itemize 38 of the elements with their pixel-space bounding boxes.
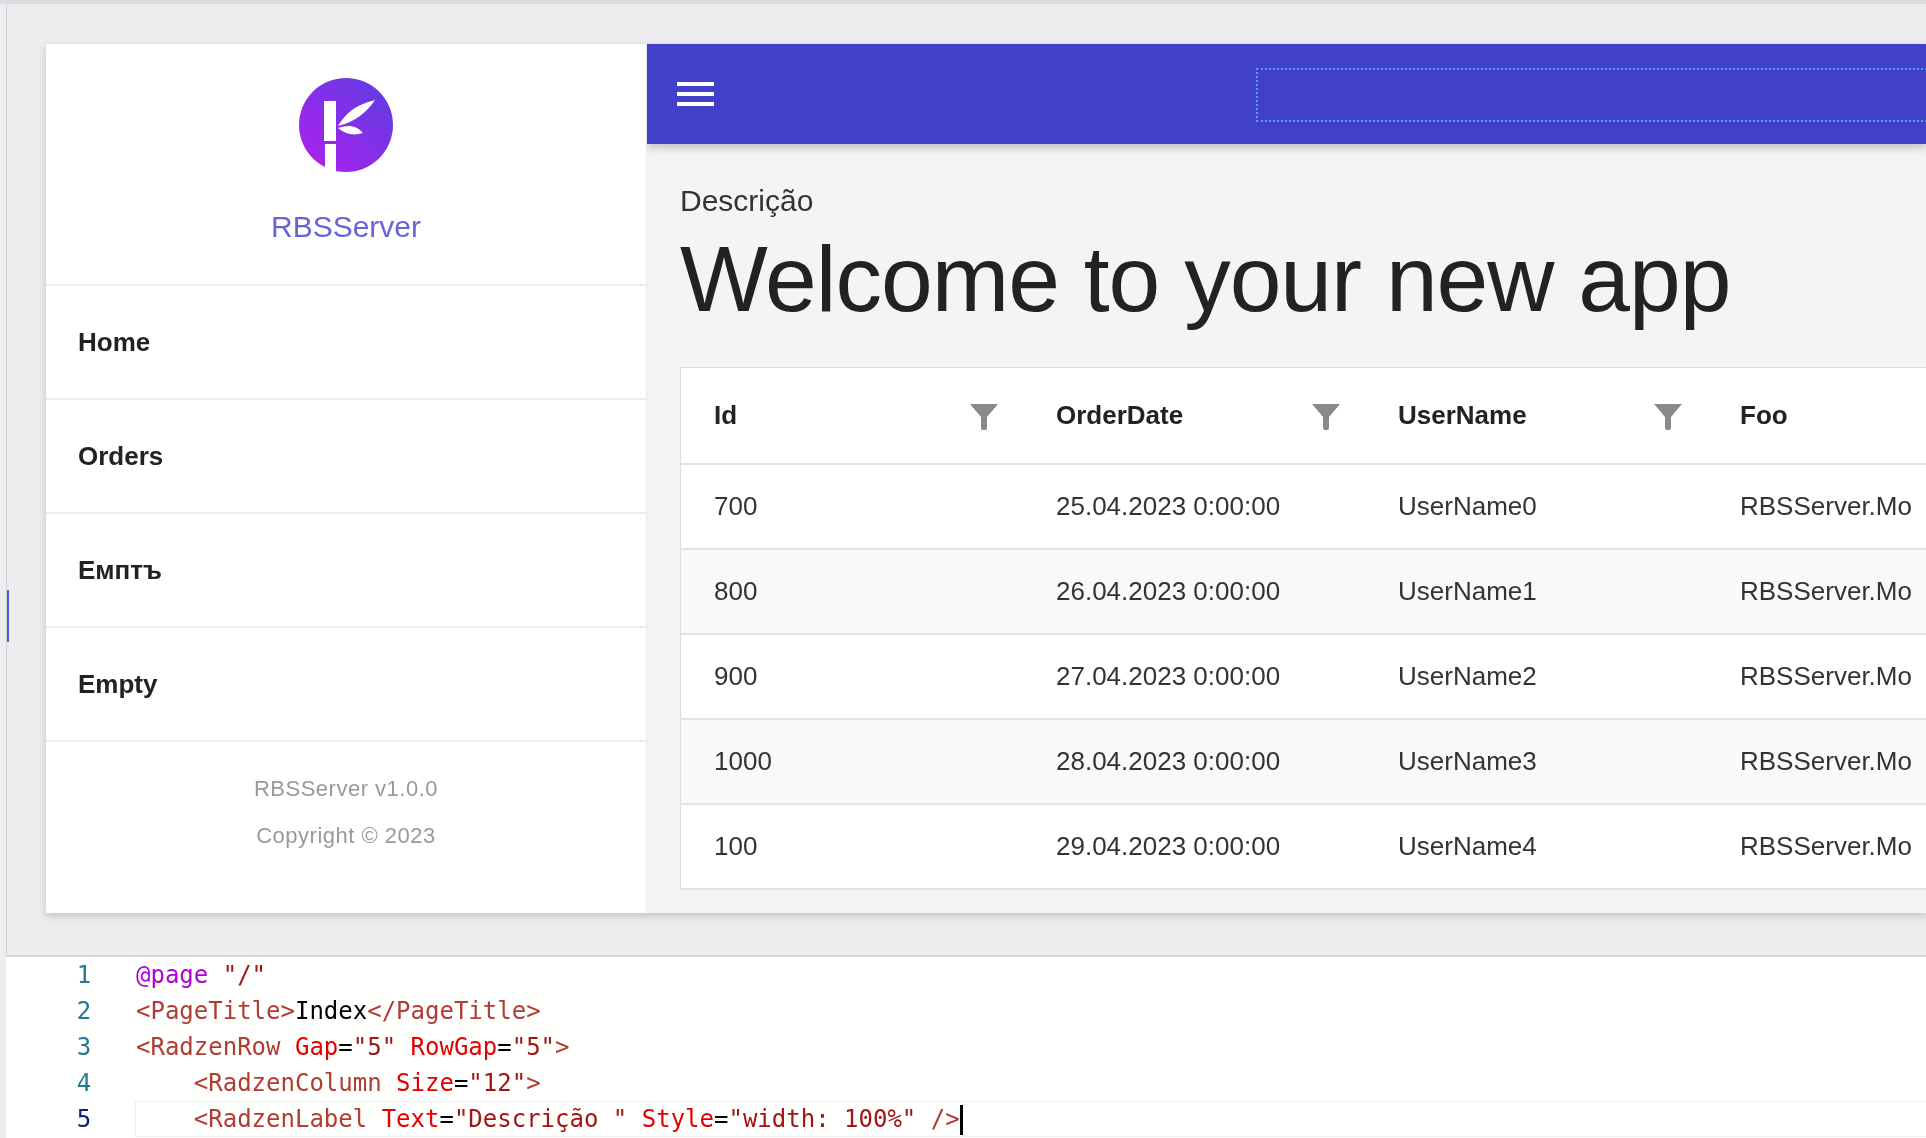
column-header: OrderDate (1056, 400, 1184, 431)
table-cell: RBSServer.Mo (1707, 804, 1926, 889)
table-cell: RBSServer.Mo (1707, 549, 1926, 634)
nav-item[interactable]: Orders (46, 400, 646, 514)
table-cell: 28.04.2023 0:00:00 (1023, 719, 1365, 804)
nav-item[interactable]: Home (46, 286, 646, 400)
menu-icon[interactable] (677, 82, 714, 106)
version-text: RBSServer v1.0.0 (253, 776, 439, 802)
code-line: <RadzenRow Gap="5" RowGap="5"> (136, 1033, 570, 1061)
line-number: 3 (75, 1033, 93, 1061)
copyright-text: Copyright © 2023 (256, 823, 436, 849)
line-number: 2 (75, 997, 93, 1025)
nav-item[interactable]: Емптъ (46, 514, 646, 628)
table-cell: 29.04.2023 0:00:00 (1023, 804, 1365, 889)
table-cell: UserName4 (1365, 804, 1707, 889)
bamboo-logo-icon (299, 78, 393, 172)
app-name: RBSServer (270, 210, 421, 244)
table-cell: RBSServer.Mo (1707, 719, 1926, 804)
column-header: UserName (1398, 400, 1527, 431)
description-label: Descrição (680, 184, 814, 218)
code-line: <PageTitle>Index</PageTitle> (136, 997, 541, 1025)
table-cell: 100 (680, 804, 1023, 889)
nav-item[interactable]: Empty (46, 628, 646, 742)
column-header: Id (714, 400, 738, 431)
page-heading: Welcome to your new app (680, 226, 1732, 333)
line-number: 1 (75, 961, 93, 989)
table-cell: 800 (680, 549, 1023, 634)
table-cell: UserName3 (1365, 719, 1707, 804)
code-line: <RadzenLabel Text="Descrição " Style="width: 100%" /> (192, 1105, 960, 1133)
table-cell: 26.04.2023 0:00:00 (1023, 549, 1365, 634)
column-header: Foo (1740, 400, 1788, 431)
table-cell: UserName1 (1365, 549, 1707, 634)
table-cell: 1000 (680, 719, 1023, 804)
line-number: 5 (75, 1105, 93, 1133)
line-number: 4 (75, 1069, 93, 1097)
text-cursor (959, 1105, 963, 1135)
code-line: <RadzenColumn Size="12"> (192, 1069, 541, 1097)
code-line: @page "/" (136, 961, 267, 989)
